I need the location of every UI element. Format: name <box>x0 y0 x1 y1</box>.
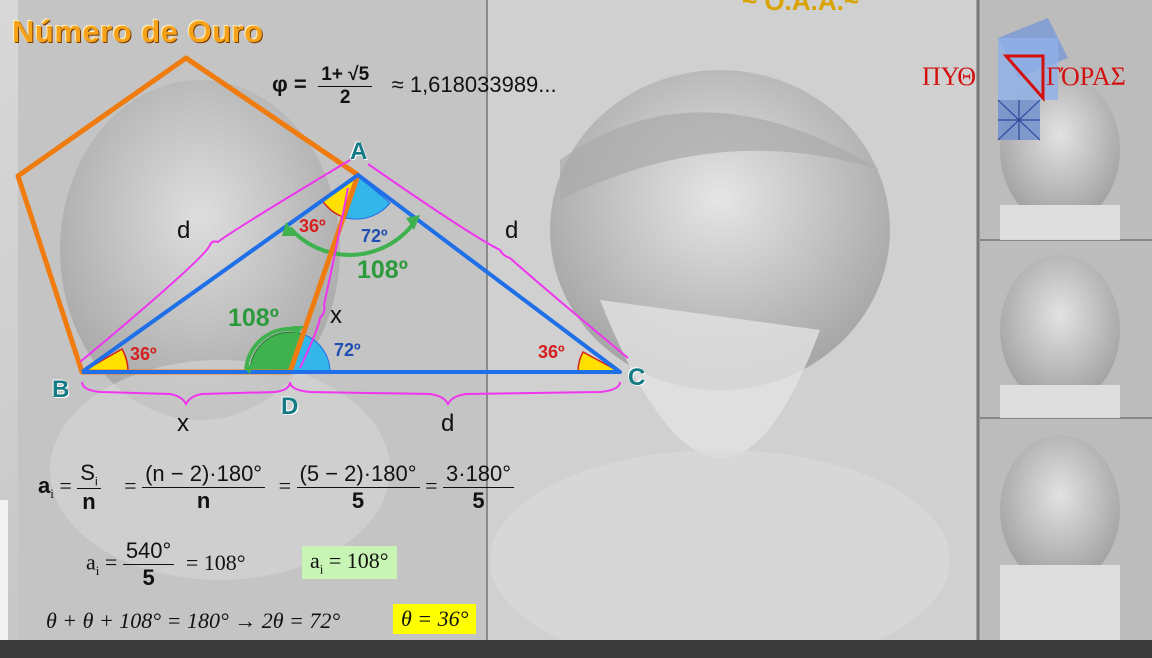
eq1-lhs: a <box>38 472 51 498</box>
eq1-f4-den: 5 <box>472 488 485 514</box>
eq1-f4-num: 3·180° <box>442 461 515 489</box>
length-x-mid: x <box>330 302 342 329</box>
eq1-equals-4: = <box>425 472 438 498</box>
equation-line-1: ai = Si n = (n − 2)·180° n = (5 − 2)·180… <box>38 460 515 515</box>
eq2-equals: = <box>104 549 118 575</box>
eq2-lhs-sub: i <box>95 562 100 578</box>
length-d-right: d <box>505 217 519 244</box>
eq1-f1-num-sub: i <box>94 474 98 489</box>
length-d-bottom: d <box>441 410 455 437</box>
angle-b-36-label: 36º <box>130 344 157 364</box>
angle-c-36-label: 36º <box>538 342 565 362</box>
eq1-f1-den: n <box>82 489 96 515</box>
eq1-equals-1: = <box>59 472 72 498</box>
eq1-f3-num: (5 − 2)·180° <box>296 461 420 489</box>
point-b-label: B <box>52 376 70 403</box>
eq1-f2-num: (n − 2)·180° <box>142 461 266 489</box>
angle-a-108-label: 108º <box>357 256 408 284</box>
angle-d-72-label: 72º <box>334 340 361 360</box>
brace-ab <box>79 159 351 363</box>
eq1-equals-3: = <box>278 472 292 498</box>
equation-line-2: ai = 540° 5 = 108° <box>86 538 246 591</box>
eq1-f3-den: 5 <box>351 488 365 514</box>
length-d-left: d <box>177 217 191 244</box>
result-ai-sub: i <box>319 561 324 577</box>
point-d-label: D <box>281 393 299 420</box>
length-x-bottom: x <box>177 410 189 437</box>
brace-bd <box>81 381 291 407</box>
point-c-label: C <box>628 364 646 391</box>
angle-a-36-label: 36º <box>299 216 326 236</box>
eq1-f1-num: S <box>80 460 95 485</box>
eq1-equals-2: = <box>124 472 137 498</box>
equation-line-3: θ + θ + 108° = 180° → 2θ = 72° <box>46 608 341 633</box>
pentagon-edges <box>15 55 361 375</box>
eq2-lhs: a <box>86 549 96 575</box>
angle-a-72-label: 72º <box>361 226 388 246</box>
eq2-f-num: 540° <box>122 538 175 565</box>
result-ai-rhs: = 108° <box>328 548 389 573</box>
point-a-label: A <box>350 138 368 165</box>
result-ai-box: ai = 108° <box>302 546 397 580</box>
result-ai-lhs: a <box>310 548 320 573</box>
eq2-rhs: = 108° <box>185 549 246 575</box>
eq1-f2-den: n <box>196 488 211 514</box>
brace-dc <box>289 381 621 407</box>
angle-d-108-label: 108º <box>228 304 279 332</box>
result-theta-box: θ = 36° <box>393 604 477 634</box>
eq1-lhs-sub: i <box>50 486 54 502</box>
eq2-f-den: 5 <box>142 565 155 590</box>
